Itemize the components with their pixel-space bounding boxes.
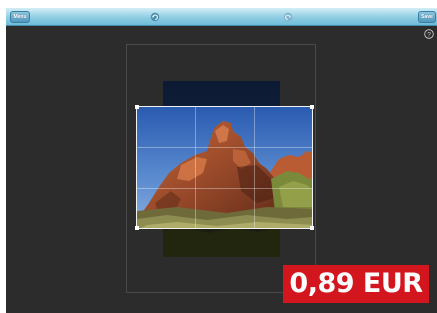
grid-line-v1 xyxy=(195,107,196,228)
crop-handle-top-right[interactable] xyxy=(310,105,314,109)
crop-handle-bottom-right[interactable] xyxy=(310,226,314,230)
grid-line-h1 xyxy=(137,147,312,148)
app-frame: Menu Save ? 0,89 EUR xyxy=(0,0,437,313)
grid-line-h2 xyxy=(137,188,312,189)
redo-icon[interactable] xyxy=(283,12,293,22)
menu-button[interactable]: Menu xyxy=(10,11,30,23)
price-badge: 0,89 EUR xyxy=(283,265,429,303)
grid-line-v2 xyxy=(254,107,255,228)
crop-handle-top-left[interactable] xyxy=(135,105,139,109)
undo-icon[interactable] xyxy=(150,12,160,22)
toolbar: Menu Save xyxy=(6,8,437,26)
help-glyph: ? xyxy=(427,31,431,38)
help-icon[interactable]: ? xyxy=(424,29,434,39)
crop-handle-bottom-left[interactable] xyxy=(135,226,139,230)
save-button[interactable]: Save xyxy=(418,11,436,23)
photo-inside-crop xyxy=(137,107,312,228)
crop-area[interactable] xyxy=(136,106,313,229)
